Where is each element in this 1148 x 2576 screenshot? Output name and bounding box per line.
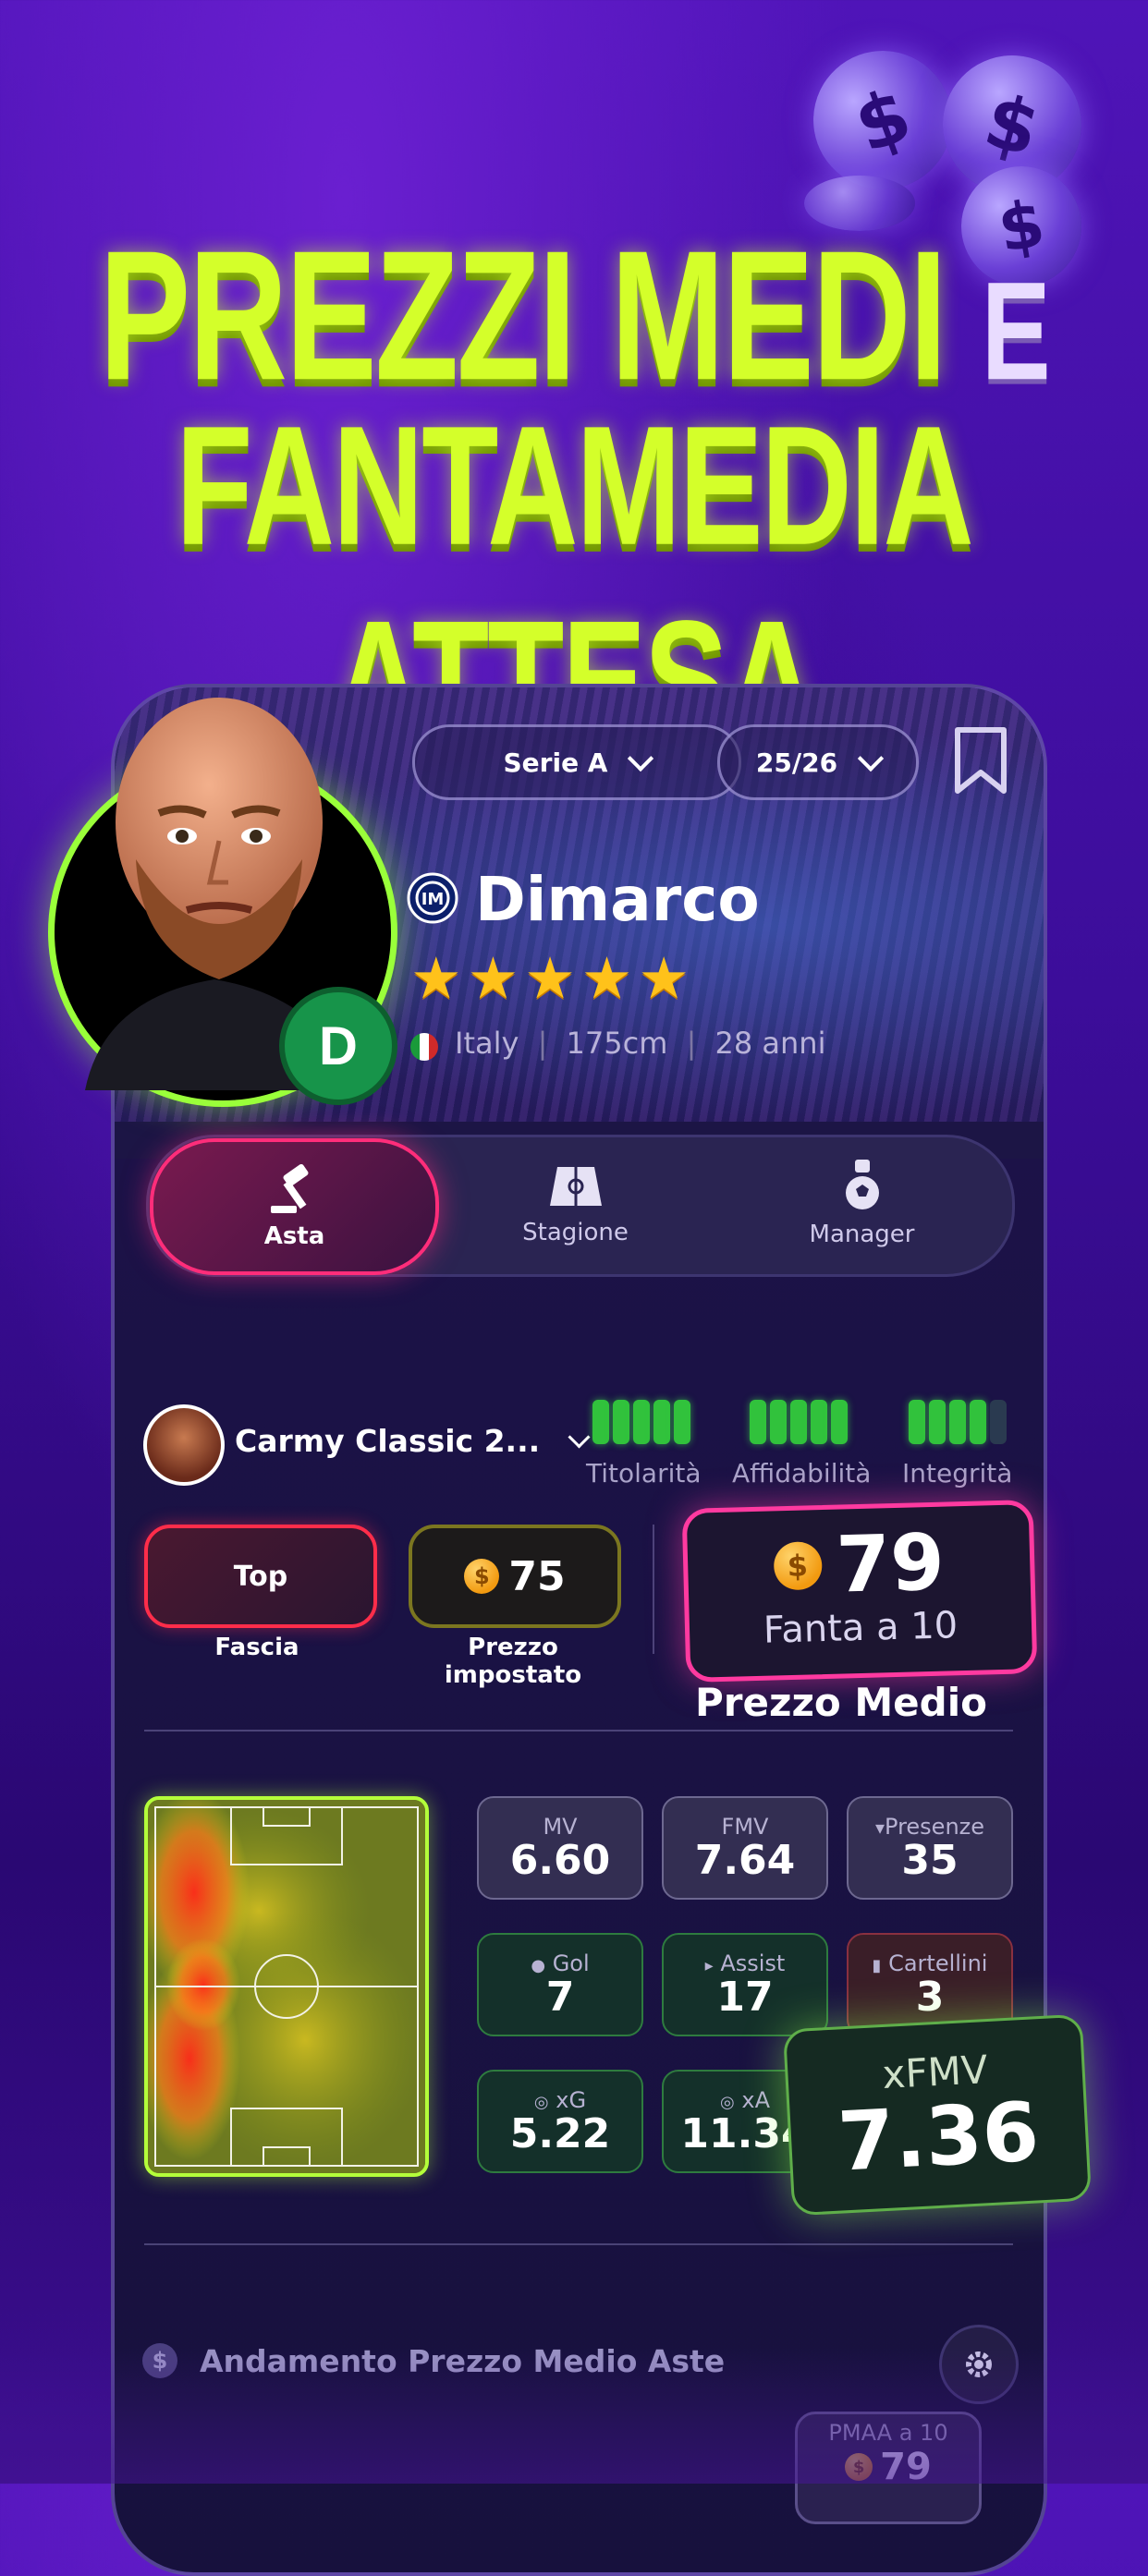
avg-price-value: 79 [835, 1516, 946, 1610]
headline-connector: E [981, 252, 1051, 409]
set-price-value: 75 [508, 1552, 566, 1600]
tab-asta[interactable]: Asta [150, 1138, 439, 1275]
rating-affidabilita [743, 1400, 854, 1444]
dollar-icon: $ [142, 2343, 177, 2378]
player-meta: Italy | 175cm | 28 anni [455, 1026, 826, 1061]
tab-asta-label: Asta [263, 1222, 325, 1250]
xfmv-card: xFMV 7.36 [782, 2013, 1093, 2217]
rating-label: Titolarità [586, 1458, 702, 1488]
pmaa-badge: PMAA a 10 $ 79 [795, 2412, 982, 2524]
section-divider [144, 2243, 1013, 2245]
chevron-down-icon [628, 745, 654, 772]
pitch-icon [549, 1167, 602, 1206]
pmaa-value: 79 [880, 2446, 932, 2488]
gear-icon [966, 2351, 992, 2377]
italy-flag-icon [410, 1033, 438, 1061]
stat-assist: ▸ Assist 17 [662, 1933, 828, 2036]
coin-icon: $ [464, 1559, 500, 1594]
star-rating: ★ ★ ★ ★ ★ [410, 944, 690, 1012]
club-logo-icon: IM [407, 872, 458, 924]
svg-text:IM: IM [421, 890, 445, 909]
star-icon: ★ [580, 944, 633, 1012]
coin-icon: $ [773, 1541, 823, 1591]
stat-presenze: ▾Presenze 35 [847, 1796, 1013, 1900]
pmaa-label: PMAA a 10 [828, 2420, 948, 2446]
rating-integrita [902, 1400, 1013, 1444]
band-box: Top [144, 1525, 377, 1628]
league-dropdown[interactable]: Carmy Classic 2... [235, 1423, 591, 1459]
star-icon: ★ [410, 944, 462, 1012]
heatmap-svg [148, 1800, 425, 2173]
league-name: Carmy Classic 2... [235, 1423, 541, 1459]
rating-bars [592, 1400, 690, 1444]
stat-mv: MV 6.60 [477, 1796, 643, 1900]
ball-icon: ● [531, 1955, 546, 1975]
rating-bars [750, 1400, 848, 1444]
season-select-label: 25/26 [755, 747, 838, 778]
rating-label: Integrità [902, 1458, 1013, 1488]
set-price-label: Prezzo impostato [444, 1634, 582, 1689]
avg-price-label: Prezzo Medio [695, 1680, 987, 1725]
boot-icon: ▸ [704, 1955, 714, 1975]
chevron-down-icon [857, 745, 885, 772]
player-age: 28 anni [714, 1026, 826, 1061]
xfmv-value: 7.36 [836, 2084, 1042, 2190]
star-icon: ★ [638, 944, 690, 1012]
tab-stagione-label: Stagione [522, 1219, 629, 1246]
star-icon: ★ [524, 944, 576, 1012]
bookmark-icon[interactable] [952, 726, 1009, 795]
avg-price-sub: Fanta a 10 [763, 1604, 959, 1652]
stat-fmv: FMV 7.64 [662, 1796, 828, 1900]
stat-xg: ◎ xG 5.22 [477, 2070, 643, 2173]
avg-price-box: $ 79 Fanta a 10 [681, 1500, 1038, 1683]
season-select[interactable]: 25/26 [717, 724, 919, 800]
player-height: 175cm [566, 1026, 668, 1061]
player-country: Italy [455, 1026, 519, 1061]
settings-button[interactable] [939, 2325, 1019, 2404]
tab-manager[interactable]: Manager [721, 1138, 1003, 1268]
shirt-icon: ▾ [874, 1816, 885, 1839]
coin-icon: $ [845, 2453, 873, 2481]
card-icon: ▮ [872, 1955, 882, 1975]
gavel-icon [270, 1163, 308, 1213]
rating-label: Affidabilità [732, 1458, 872, 1488]
rating-titolarita [586, 1400, 697, 1444]
league-select[interactable]: Serie A [412, 724, 741, 800]
tab-manager-label: Manager [809, 1221, 915, 1248]
band-value: Top [233, 1560, 288, 1593]
manager-avatar [143, 1404, 225, 1486]
trend-title: Andamento Prezzo Medio Aste [200, 2343, 726, 2379]
target-icon: ◎ [533, 2092, 549, 2112]
set-price-box[interactable]: $ 75 [409, 1525, 621, 1628]
target-icon: ◎ [720, 2092, 735, 2112]
tab-stagione[interactable]: Stagione [434, 1138, 716, 1268]
heatmap-pitch [144, 1796, 429, 2177]
league-select-label: Serie A [503, 747, 608, 778]
trophy-icon [845, 1160, 879, 1209]
vertical-divider [653, 1525, 654, 1654]
band-label: Fascia [214, 1634, 299, 1661]
role-badge: D [279, 987, 397, 1105]
stat-gol: ● Gol 7 [477, 1933, 643, 2036]
player-name: Dimarco [475, 864, 760, 935]
star-icon: ★ [467, 944, 519, 1012]
rating-bars [909, 1400, 1007, 1444]
section-divider [144, 1730, 1013, 1732]
